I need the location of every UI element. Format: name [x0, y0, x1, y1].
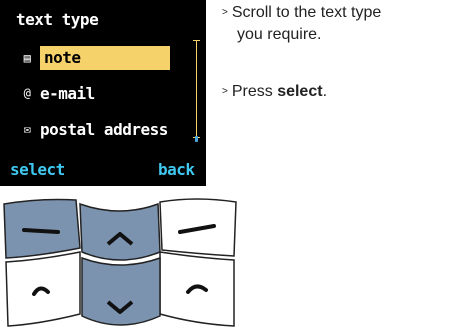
- menu-item-postal-address[interactable]: ✉ postal address: [18, 116, 169, 142]
- phone-screen: text type ▤ note @ e-mail ✉ postal addre…: [0, 0, 206, 186]
- menu-item-label: postal address: [40, 119, 168, 139]
- step-2-prefix: Press: [231, 83, 278, 100]
- step-2-keyword: select: [277, 83, 323, 100]
- email-icon: @: [23, 86, 31, 100]
- scroll-down-button[interactable]: [81, 256, 161, 326]
- instruction-step-1: > Scroll to the text type you require.: [222, 2, 381, 46]
- menu-item-label: note: [40, 46, 170, 70]
- menu-item-email[interactable]: @ e-mail: [18, 80, 96, 106]
- menu-item-label: e-mail: [40, 83, 95, 103]
- select-softkey[interactable]: select: [10, 160, 65, 179]
- note-icon: ▤: [23, 51, 31, 65]
- step-marker: >: [222, 7, 228, 18]
- step-marker: >: [222, 86, 228, 97]
- step-1-text-continued: you require.: [237, 26, 322, 43]
- instruction-step-2: > Press select.: [222, 81, 327, 103]
- step-1-text: Scroll to the text type: [231, 4, 382, 21]
- left-softkey-button[interactable]: [3, 198, 81, 259]
- menu-item-note[interactable]: ▤ note: [18, 45, 170, 71]
- phone-keypad: [3, 198, 237, 327]
- scroll-thumb[interactable]: [195, 136, 198, 142]
- screen-title: text type: [16, 10, 99, 29]
- scrollbar[interactable]: [193, 40, 200, 138]
- step-2-suffix: .: [322, 83, 328, 100]
- envelope-icon: ✉: [23, 122, 31, 136]
- end-call-button[interactable]: [159, 251, 235, 327]
- back-softkey[interactable]: back: [158, 160, 195, 179]
- left-softkey-line-icon: [22, 228, 60, 234]
